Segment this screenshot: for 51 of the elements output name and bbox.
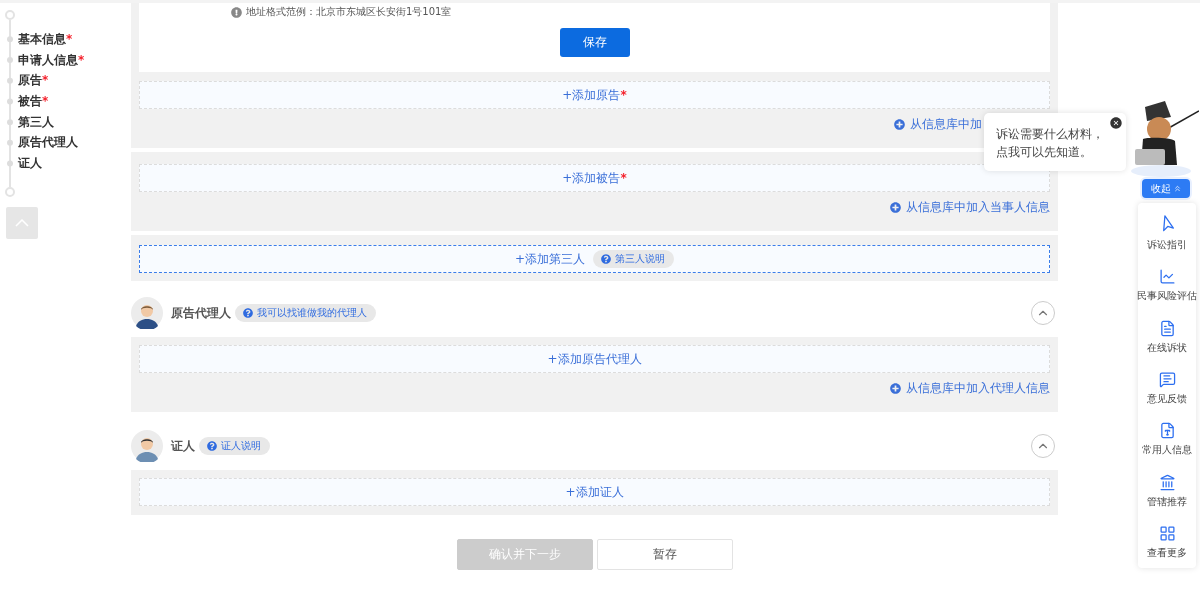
sidebar-tool[interactable]: 管辖推荐 (1138, 465, 1196, 517)
nav-item[interactable]: 被告* (18, 92, 49, 110)
add-from-library-link[interactable]: 从信息库中加入当事人信息 (890, 199, 1050, 216)
double-chevron-up-icon (1172, 184, 1182, 193)
tool-icon (1158, 371, 1176, 388)
collapse-button[interactable] (1031, 301, 1055, 325)
address-hint: 地址格式范例：北京市东城区长安街1号101室 (246, 5, 452, 19)
group-title: 原告代理人 (171, 304, 231, 322)
collapse-panel-button[interactable]: 收起 (1142, 179, 1190, 198)
add-party-button[interactable]: +添加原告* (139, 81, 1050, 109)
add-party-button[interactable]: +添加被告* (139, 164, 1050, 192)
sidebar-tool[interactable]: 查看更多 (1138, 516, 1196, 568)
tool-icon (1158, 524, 1176, 542)
tool-icon (1158, 422, 1176, 440)
tool-icon (1158, 268, 1176, 286)
add-party-button[interactable]: +添加第三人 第三人说明 (139, 245, 1050, 273)
close-button[interactable] (1109, 116, 1123, 130)
help-badge[interactable]: 证人说明 (199, 437, 270, 455)
help-icon (601, 254, 612, 264)
nav-item[interactable]: 原告代理人 (18, 134, 78, 152)
help-badge[interactable]: 第三人说明 (593, 250, 675, 268)
info-icon (231, 6, 242, 18)
save-button[interactable]: 保存 (559, 28, 630, 57)
nav-item[interactable]: 申请人信息* (18, 51, 85, 69)
tool-icon (1158, 473, 1176, 491)
collapse-button[interactable] (1031, 434, 1055, 458)
nav-item[interactable]: 原告* (18, 72, 49, 90)
avatar-icon (131, 297, 163, 329)
help-icon (243, 308, 253, 318)
add-from-library-link[interactable]: 从信息库中加入代理人信息 (890, 380, 1050, 397)
add-party-button[interactable]: +添加原告代理人 (139, 345, 1050, 373)
nav-item[interactable]: 基本信息* (18, 30, 73, 48)
nav-item[interactable]: 第三人 (18, 113, 54, 131)
sidebar-tool[interactable]: 意见反馈 (1138, 362, 1196, 415)
sidebar-tool[interactable]: 在线诉状 (1138, 311, 1196, 363)
assistant-bubble[interactable]: 诉讼需要什么材料，点我可以先知道。 (984, 113, 1126, 171)
chevron-up-icon (15, 218, 29, 227)
help-icon (207, 441, 217, 451)
sidebar-tool[interactable]: 诉讼指引 (1138, 209, 1196, 261)
add-from-library-link[interactable]: 从信息库中加 (894, 116, 982, 133)
save-draft-button[interactable]: 暂存 (596, 539, 733, 570)
group-title: 证人 (171, 437, 195, 455)
sidebar-tool[interactable]: 常用人信息 (1138, 414, 1196, 466)
avatar-icon (131, 430, 163, 462)
help-badge[interactable]: 我可以找谁做我的代理人 (235, 304, 376, 322)
assistant-message: 诉讼需要什么材料，点我可以先知道。 (996, 126, 1105, 161)
nav-item[interactable]: 证人 (18, 154, 42, 172)
tool-icon (1158, 319, 1176, 337)
back-to-top-button[interactable] (6, 206, 38, 239)
sidebar-tool[interactable]: 民事风险评估 (1138, 260, 1196, 312)
add-party-button[interactable]: +添加证人 (139, 478, 1050, 506)
